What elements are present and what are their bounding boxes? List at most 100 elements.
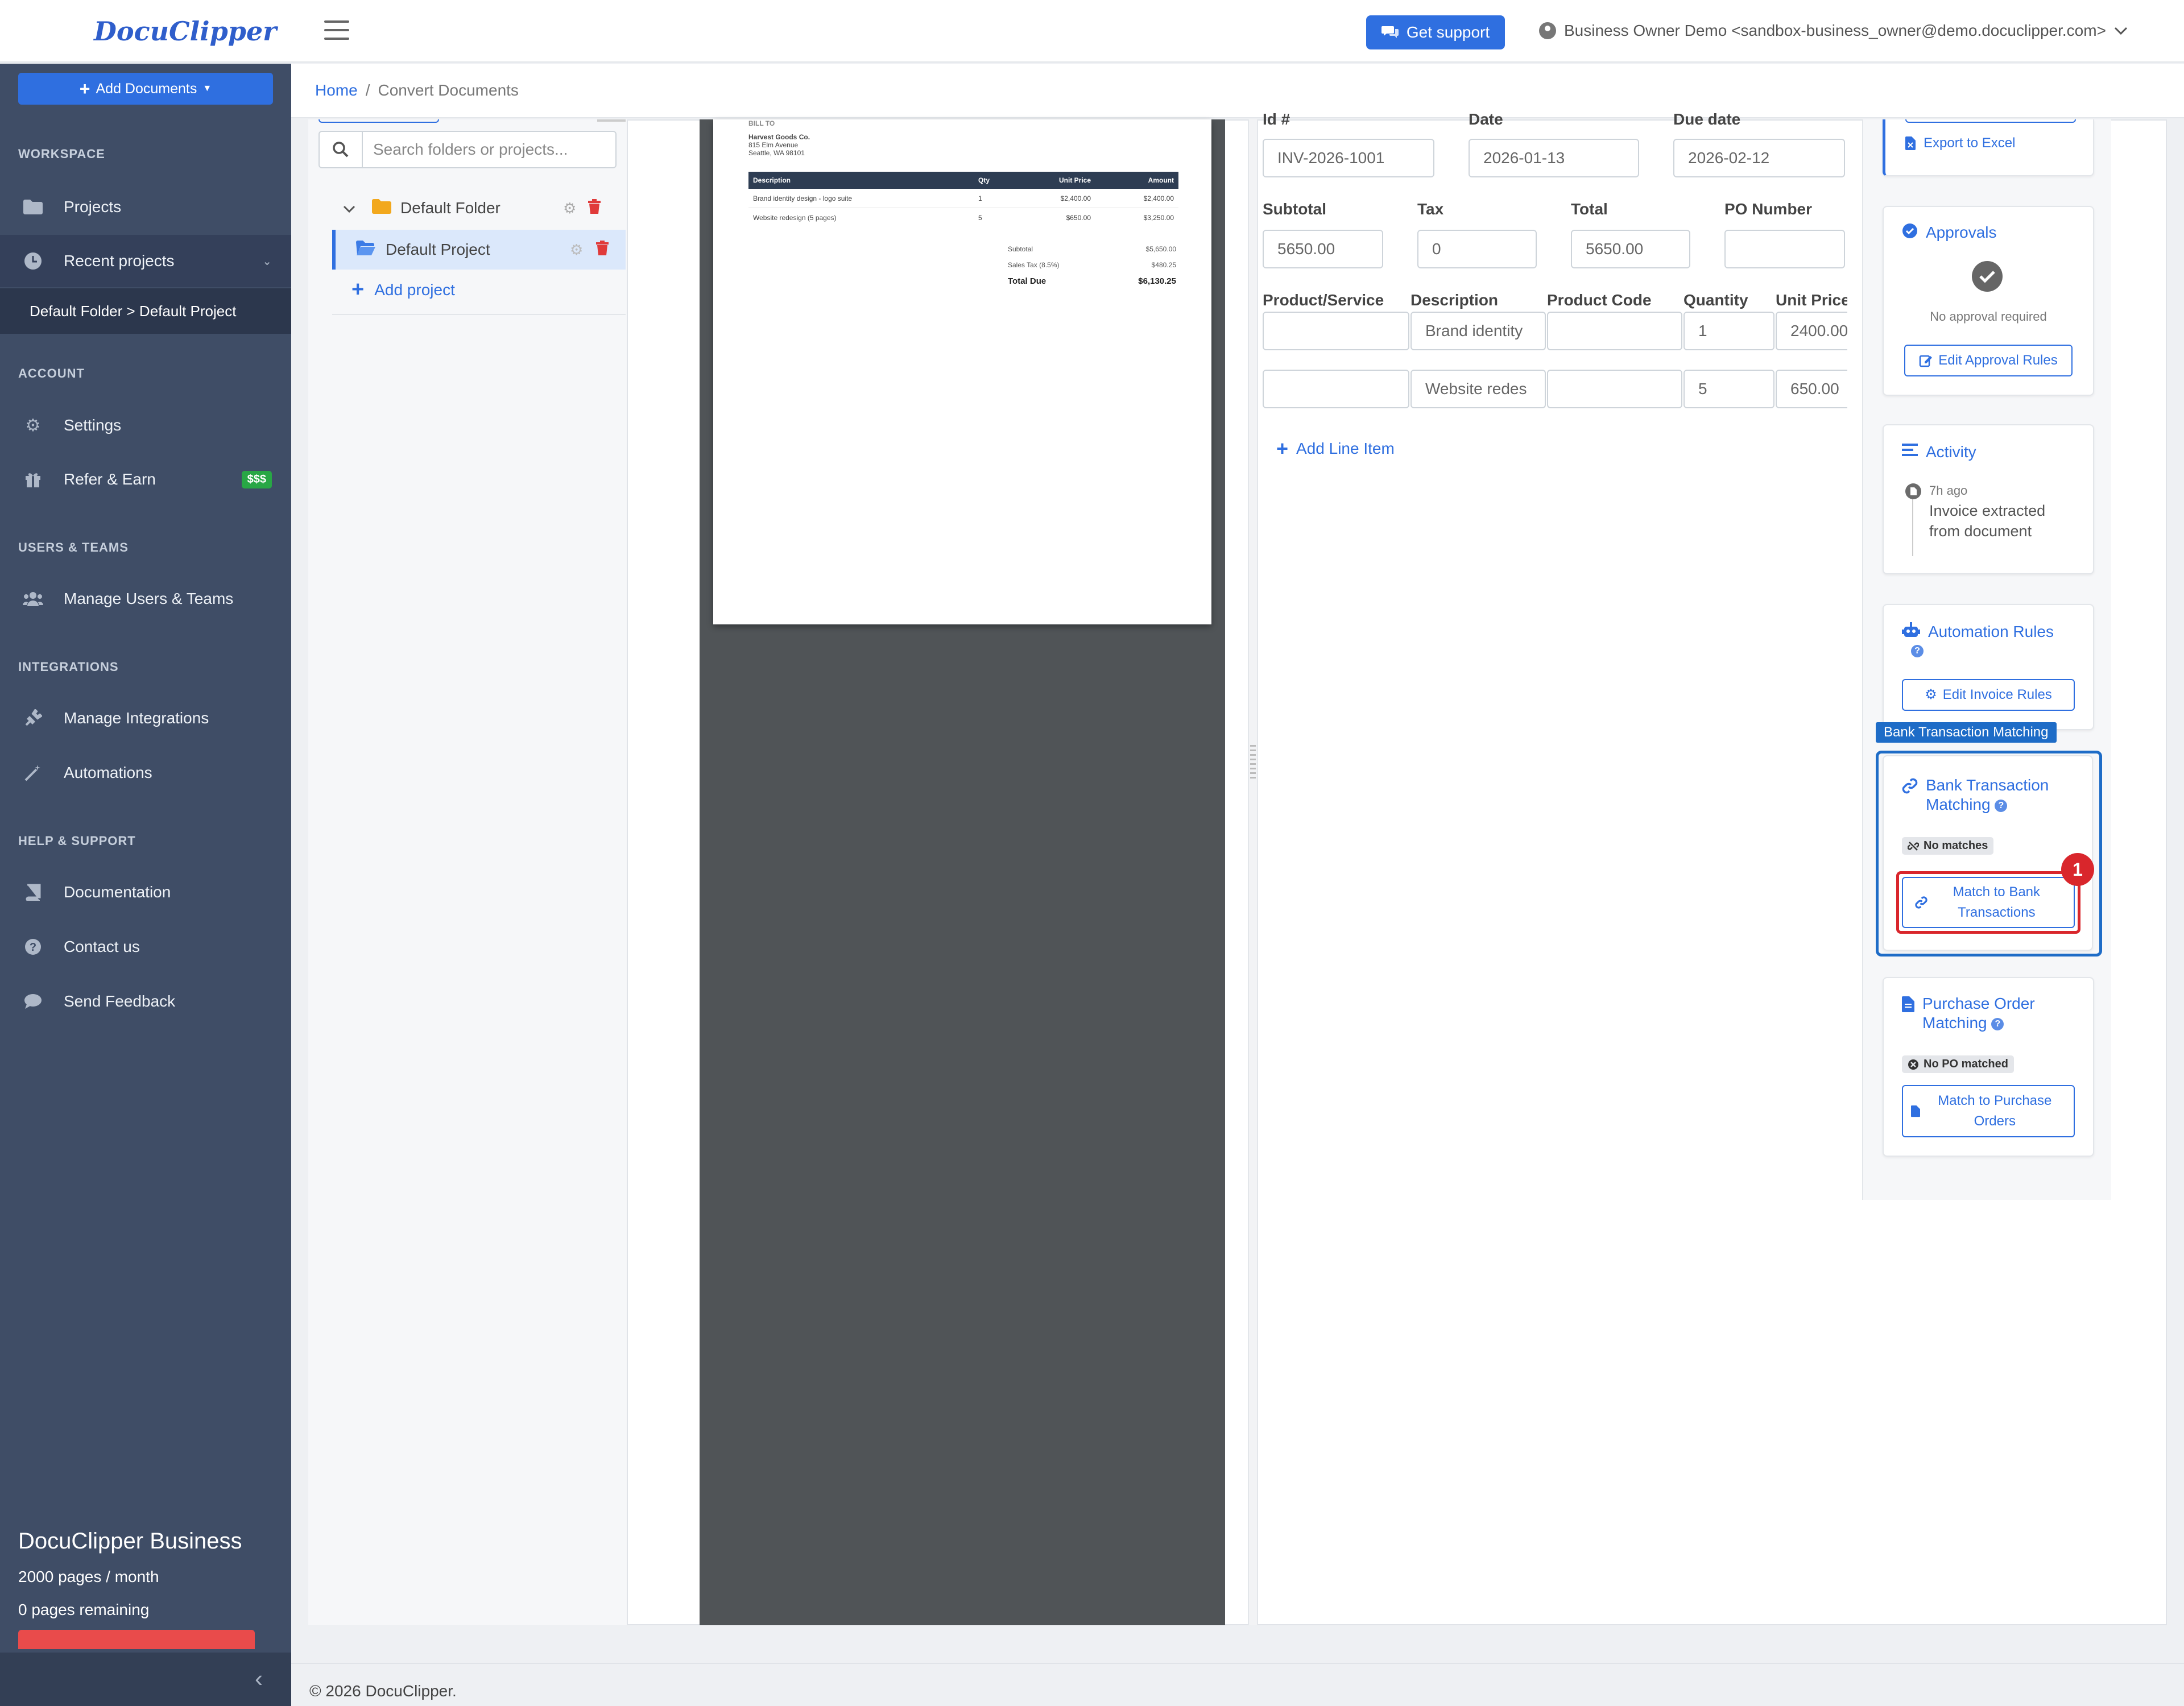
help-icon[interactable]: ? (1991, 1017, 2004, 1030)
subtotal-field[interactable]: 5650.00 (1263, 230, 1383, 268)
line-code-field[interactable] (1547, 370, 1682, 408)
col-quantity-label: Quantity (1684, 291, 1748, 309)
date-field[interactable]: 2026-01-13 (1469, 139, 1639, 177)
bank-matching-title: Bank Transaction Matching ? (1902, 776, 2084, 814)
tree-folder-item[interactable]: Default Folder ⚙ (332, 191, 617, 225)
sidebar-item-manage-users[interactable]: Manage Users & Teams (0, 573, 291, 625)
sidebar-collapse-bar[interactable] (0, 1653, 291, 1706)
date-label: Date (1469, 110, 1503, 125)
pane-splitter[interactable] (1248, 119, 1258, 1625)
activity-event: Invoice extracted from document (1929, 502, 2046, 540)
line-description-field[interactable]: Brand identity (1410, 312, 1546, 350)
sidebar-item-contact[interactable]: ? Contact us (0, 921, 291, 973)
breadcrumb-separator: / (365, 81, 370, 99)
folder-search-input[interactable] (363, 132, 613, 167)
sidebar-item-manage-integrations[interactable]: Manage Integrations (0, 692, 291, 744)
edit-approval-rules-button[interactable]: Edit Approval Rules (1904, 345, 2073, 376)
sidebar-item-projects[interactable]: Projects (0, 181, 291, 233)
file-invoice-icon (1910, 1105, 1920, 1117)
chevron-down-icon: ⌄ (262, 255, 272, 268)
menu-toggle-icon[interactable] (324, 20, 349, 41)
gear-icon: ⚙ (1925, 687, 1937, 702)
sidebar-item-feedback[interactable]: Send Feedback (0, 975, 291, 1028)
line-quantity-field[interactable]: 1 (1684, 312, 1774, 350)
add-line-item-button[interactable]: + Add Line Item (1276, 437, 1395, 461)
id-label: Id # (1263, 110, 1290, 125)
folder-icon (23, 197, 43, 217)
get-support-button[interactable]: Get support (1366, 15, 1505, 49)
magic-wand-icon (23, 763, 43, 783)
breadcrumb: Home / Convert Documents (291, 64, 2184, 118)
doc-table-header: Description Qty Unit Price Amount (748, 172, 1178, 189)
po-matching-title: Purchase Order Matching ? (1902, 994, 2084, 1033)
recent-project-link[interactable]: Default Folder > Default Project (0, 288, 291, 334)
step-marker: 1 (2061, 853, 2094, 886)
sidebar-item-recent-projects[interactable]: Recent projects ⌄ (0, 235, 291, 287)
section-integrations: INTEGRATIONS (18, 660, 119, 674)
section-workspace: WORKSPACE (18, 147, 105, 161)
gear-icon[interactable]: ⚙ (570, 241, 583, 259)
sidebar-item-documentation[interactable]: Documentation (0, 866, 291, 918)
clock-icon (23, 251, 43, 271)
trash-icon[interactable] (588, 198, 601, 218)
logo[interactable]: DocuClipper (94, 16, 276, 47)
line-unit-price-field[interactable]: 650.00 (1776, 370, 1847, 408)
doc-totals: Subtotal $5,650.00 Sales Tax (8.5%) $480.2… (1008, 241, 1176, 289)
folder-icon (372, 198, 391, 218)
approval-status: No approval required (1930, 309, 2047, 324)
project-name: Default Project (386, 241, 490, 258)
trash-icon[interactable] (596, 240, 609, 259)
sidebar-item-refer[interactable]: Refer & Earn $$$ (0, 453, 291, 506)
chevron-left-icon[interactable]: ‹ (255, 1665, 263, 1692)
add-documents-button[interactable]: + Add Documents ▼ (18, 73, 273, 105)
total-label: Total (1571, 200, 1608, 218)
line-quantity-field[interactable]: 5 (1684, 370, 1774, 408)
footer-copyright: © 2026 DocuClipper. (309, 1682, 457, 1700)
unlink-icon (1908, 841, 1919, 851)
activity-title: Activity (1902, 442, 1976, 462)
sidebar-item-automations[interactable]: Automations (0, 747, 291, 799)
chat-icon (1381, 26, 1399, 38)
chevron-down-icon[interactable] (332, 199, 366, 217)
breadcrumb-home[interactable]: Home (315, 81, 358, 100)
user-menu[interactable]: Business Owner Demo <sandbox-business_ow… (1539, 22, 2128, 40)
doc-total-row: Subtotal $5,650.00 (1008, 245, 1176, 253)
id-field[interactable]: INV-2026-1001 (1263, 139, 1434, 177)
line-product-field[interactable] (1263, 370, 1409, 408)
export-button-edge[interactable] (1905, 119, 2076, 123)
po-match-status: No PO matched (1902, 1055, 2014, 1073)
line-code-field[interactable] (1547, 312, 1682, 350)
total-field[interactable]: 5650.00 (1571, 230, 1690, 268)
link-icon (1915, 896, 1927, 909)
times-circle-icon (1908, 1059, 1918, 1070)
edit-invoice-rules-button[interactable]: ⚙ Edit Invoice Rules (1902, 679, 2075, 711)
scrolled-edge (597, 119, 626, 122)
help-icon[interactable]: ? (1911, 645, 1924, 657)
match-purchase-orders-button[interactable]: Match to Purchase Orders (1902, 1085, 2075, 1137)
divider (332, 314, 626, 315)
match-bank-transactions-button[interactable]: Match to Bank Transactions (1902, 877, 2075, 928)
po-number-label: PO Number (1724, 200, 1813, 218)
folder-panel (308, 119, 628, 1625)
robot-icon (1902, 622, 1920, 637)
doc-line-table: Description Qty Unit Price Amount Brand … (748, 172, 1178, 227)
svg-text:?: ? (30, 941, 36, 954)
splitter-grip-icon[interactable] (1250, 745, 1256, 779)
add-project-link[interactable]: + Add project (351, 278, 455, 302)
po-number-field[interactable] (1724, 230, 1845, 268)
plus-icon: + (1276, 437, 1289, 460)
folder-open-icon (356, 240, 375, 260)
tax-field[interactable]: 0 (1417, 230, 1537, 268)
help-icon[interactable]: ? (1995, 799, 2008, 812)
export-excel-link[interactable]: Export to Excel (1905, 135, 2015, 151)
sidebar-item-settings[interactable]: ⚙ Settings (0, 399, 291, 452)
line-unit-price-field[interactable]: 2400.00 (1776, 312, 1847, 350)
gear-icon[interactable]: ⚙ (563, 200, 576, 217)
users-icon (23, 589, 43, 609)
line-product-field[interactable] (1263, 312, 1409, 350)
line-description-field[interactable]: Website redes (1410, 370, 1546, 408)
tree-project-item[interactable]: Default Project ⚙ (332, 230, 626, 270)
bank-match-status: No matches (1902, 837, 1994, 855)
breadcrumb-current: Convert Documents (378, 81, 519, 99)
due-date-field[interactable]: 2026-02-12 (1673, 139, 1845, 177)
